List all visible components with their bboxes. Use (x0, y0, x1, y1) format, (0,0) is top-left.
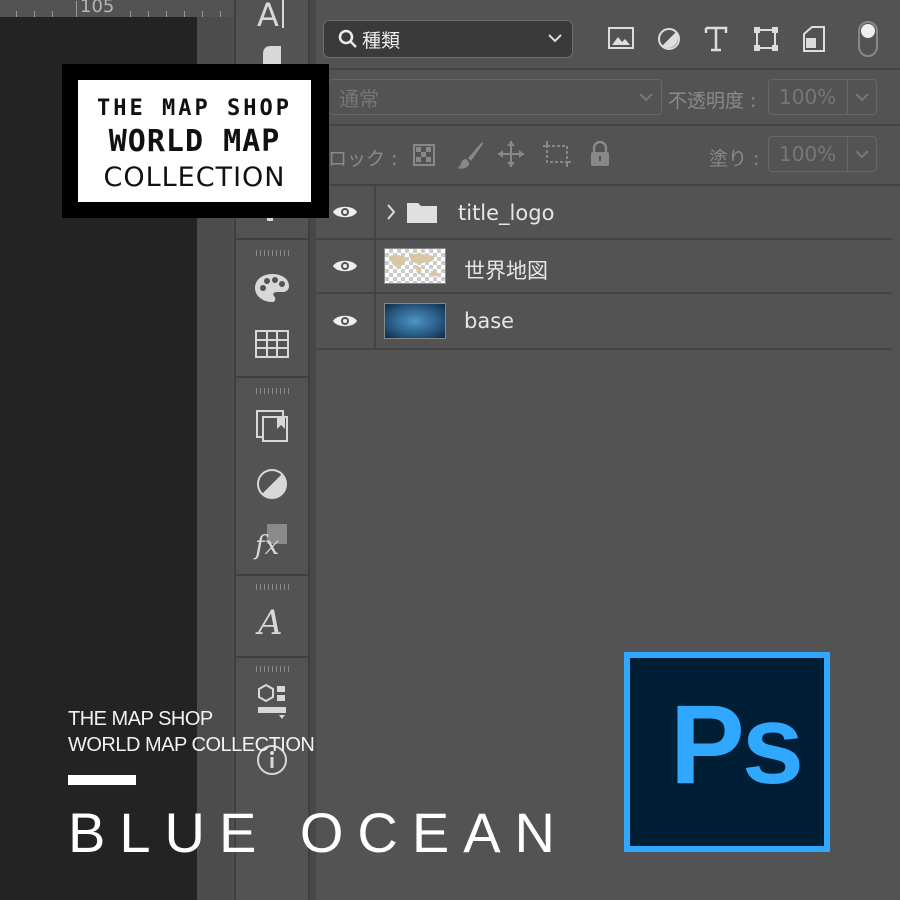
3d-icon[interactable] (252, 682, 292, 722)
lock-image-icon[interactable] (456, 140, 484, 174)
filter-kind-select[interactable]: 種類 (323, 20, 573, 58)
logo-line-2: WORLD MAP (108, 124, 281, 159)
chevron-right-icon[interactable] (386, 203, 396, 225)
chevron-down-icon (548, 31, 562, 45)
lock-fill-row: ロック : 塗り : 100% (316, 126, 900, 186)
blend-mode-select[interactable]: 通常 (328, 79, 662, 115)
headline: BLUE OCEAN (68, 801, 569, 864)
eye-icon (333, 260, 357, 272)
opacity-input[interactable]: 100% (768, 79, 848, 115)
blend-mode-value: 通常 (339, 86, 379, 111)
visibility-toggle[interactable] (316, 240, 376, 292)
lock-transparent-icon[interactable] (413, 144, 435, 170)
photoshop-logo: Ps (624, 652, 830, 852)
chevron-down-icon (854, 150, 869, 159)
horizontal-ruler: 105 (0, 0, 233, 17)
lock-all-icon[interactable] (589, 140, 611, 172)
caption-line-2: WORLD MAP COLLECTION (68, 734, 315, 756)
fill-input[interactable]: 100% (768, 136, 848, 172)
layer-name: 世界地図 (464, 259, 548, 283)
photoshop-logo-text: Ps (670, 682, 804, 807)
svg-text:A: A (255, 603, 283, 640)
caption-divider (68, 775, 136, 785)
visibility-toggle[interactable] (316, 294, 376, 348)
folder-icon (406, 200, 438, 228)
eye-icon (333, 206, 357, 218)
opacity-label: 不透明度 : (668, 90, 757, 112)
fill-label: 塗り : (709, 148, 760, 170)
smart-object-filter-icon[interactable] (803, 26, 825, 56)
layer-name: base (464, 309, 515, 333)
adjustments-icon[interactable] (252, 464, 292, 504)
eye-icon (333, 315, 357, 327)
layer-row[interactable]: base (316, 294, 892, 350)
lock-position-icon[interactable] (497, 140, 525, 172)
styles-fx-icon[interactable]: fx (252, 520, 292, 560)
type-tool-icon[interactable]: A (252, 0, 292, 34)
fill-value: 100% (779, 142, 837, 166)
svg-text:A: A (257, 0, 279, 34)
opacity-dropdown-button[interactable] (847, 79, 877, 115)
blend-opacity-row: 通常 不透明度 : 100% (316, 70, 900, 126)
libraries-icon[interactable] (252, 406, 292, 446)
layer-name: title_logo (458, 201, 555, 225)
svg-text:fx: fx (253, 531, 280, 560)
layer-thumbnail (384, 248, 446, 284)
fill-dropdown-button[interactable] (847, 136, 877, 172)
map-shop-logo: THE MAP SHOP WORLD MAP COLLECTION (62, 64, 329, 218)
layer-filter-row: 種類 (316, 0, 900, 70)
logo-line-1: THE MAP SHOP (97, 96, 292, 121)
image-filter-icon[interactable] (608, 26, 634, 54)
layer-thumbnail (384, 303, 446, 339)
layer-row[interactable]: title_logo (316, 186, 892, 240)
shape-filter-icon[interactable] (753, 26, 779, 56)
filter-kind-label: 種類 (362, 29, 401, 52)
glyph-icon[interactable]: A (252, 600, 292, 640)
grid-icon[interactable] (252, 324, 292, 364)
lock-label: ロック : (328, 148, 398, 170)
palette-icon[interactable] (252, 268, 292, 308)
search-icon (338, 29, 358, 49)
logo-line-3: COLLECTION (103, 162, 286, 193)
filter-toggle-icon[interactable] (857, 20, 879, 62)
caption-line-1: THE MAP SHOP (68, 708, 213, 730)
ruler-number: 105 (80, 0, 115, 17)
layer-row[interactable]: 世界地図 (316, 240, 892, 294)
adjustment-filter-icon[interactable] (657, 27, 681, 55)
chevron-down-icon (854, 93, 869, 102)
opacity-value: 100% (779, 85, 837, 109)
chevron-down-icon (639, 90, 653, 104)
type-filter-icon[interactable] (704, 26, 728, 56)
lock-artboard-icon[interactable] (542, 140, 572, 172)
